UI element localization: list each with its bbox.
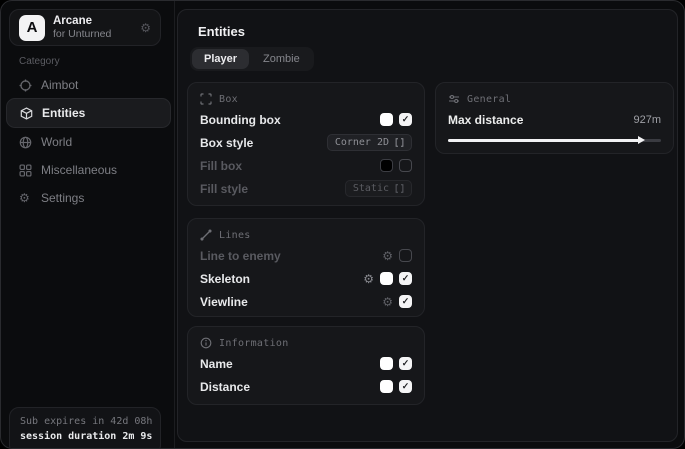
gear-icon[interactable]: ⚙: [382, 250, 393, 262]
dropdown-value: Static: [353, 183, 389, 194]
section-general-header: General: [448, 93, 661, 105]
app-logo: A: [19, 15, 45, 41]
select-brackets-icon: [395, 137, 404, 148]
sidebar-item-label: World: [41, 135, 72, 149]
color-swatch[interactable]: [380, 380, 393, 393]
sidebar-item-miscellaneous[interactable]: Miscellaneous: [6, 158, 171, 182]
checkbox-viewline[interactable]: ✓: [399, 295, 412, 308]
max-distance-slider[interactable]: [448, 136, 661, 144]
gear-icon[interactable]: ⚙: [363, 273, 374, 285]
section-information: Information Name ✓ Distance ✓: [187, 326, 425, 405]
setting-row-distance: Distance ✓: [200, 378, 412, 395]
app-subtitle: for Unturned: [53, 28, 132, 40]
setting-row-box-style: Box style Corner 2D: [200, 134, 412, 151]
section-information-header: Information: [200, 337, 412, 349]
checkbox-name[interactable]: ✓: [399, 357, 412, 370]
grid-icon: [19, 164, 32, 177]
section-title: Box: [219, 94, 238, 105]
tab-zombie[interactable]: Zombie: [251, 49, 312, 69]
check-icon: ✓: [402, 382, 410, 391]
checkbox-skeleton[interactable]: ✓: [399, 272, 412, 285]
corners-icon: [200, 93, 212, 105]
info-icon: [200, 337, 212, 349]
setting-row-name: Name ✓: [200, 355, 412, 372]
section-lines: Lines Line to enemy ⚙ Skeleton ⚙ ✓ Viewl…: [187, 218, 425, 317]
dropdown-fill-style[interactable]: Static: [345, 180, 412, 197]
sidebar-item-label: Aimbot: [41, 78, 78, 92]
app-logo-letter: A: [27, 19, 38, 36]
setting-row-max-distance: Max distance 927m: [448, 113, 661, 127]
section-box: Box Bounding box ✓ Box style Corner 2D: [187, 82, 425, 206]
diagonal-line-icon: [200, 229, 212, 241]
section-title: General: [467, 94, 511, 105]
globe-icon: [19, 136, 32, 149]
sidebar-item-settings[interactable]: ⚙ Settings: [6, 186, 171, 210]
check-icon: ✓: [402, 115, 410, 124]
color-swatch[interactable]: [380, 159, 393, 172]
sidebar-item-label: Entities: [42, 106, 85, 120]
checkbox-fill-box[interactable]: [399, 159, 412, 172]
gear-icon[interactable]: ⚙: [382, 296, 393, 308]
section-general: General Max distance 927m: [435, 82, 674, 154]
app-logo-card: A Arcane for Unturned ⚙: [9, 9, 161, 46]
sliders-icon: [448, 93, 460, 105]
session-duration: session duration 2m 9s: [20, 431, 150, 442]
check-icon: ✓: [402, 359, 410, 368]
app-title: Arcane: [53, 15, 132, 28]
slider-fill: [448, 139, 640, 142]
dropdown-value: Corner 2D: [335, 137, 389, 148]
section-title: Information: [219, 338, 289, 349]
tab-player[interactable]: Player: [192, 49, 249, 69]
slider-handle[interactable]: [638, 136, 645, 144]
section-lines-header: Lines: [200, 229, 412, 241]
checkbox-distance[interactable]: ✓: [399, 380, 412, 393]
setting-row-viewline: Viewline ⚙ ✓: [200, 293, 412, 310]
check-icon: ✓: [402, 297, 410, 306]
main-panel: Entities Player Zombie Box Bounding box …: [177, 9, 678, 442]
category-label: Category: [19, 56, 60, 67]
gear-icon: ⚙: [19, 192, 32, 205]
page-title: Entities: [198, 24, 245, 39]
color-swatch[interactable]: [380, 357, 393, 370]
sidebar-item-label: Miscellaneous: [41, 163, 117, 177]
app-window: A Arcane for Unturned ⚙ Category Aimbot: [0, 0, 685, 449]
sidebar-item-label: Settings: [41, 191, 84, 205]
color-swatch[interactable]: [380, 113, 393, 126]
check-icon: ✓: [402, 274, 410, 283]
sidebar-item-aimbot[interactable]: Aimbot: [6, 73, 171, 97]
max-distance-value: 927m: [633, 114, 661, 126]
select-brackets-icon: [395, 183, 404, 194]
setting-row-line-to-enemy: Line to enemy ⚙: [200, 247, 412, 264]
section-title: Lines: [219, 230, 251, 241]
tab-bar: Player Zombie: [190, 47, 314, 71]
color-swatch[interactable]: [380, 272, 393, 285]
setting-row-fill-style: Fill style Static: [200, 180, 412, 197]
section-box-header: Box: [200, 93, 412, 105]
app-title-block: Arcane for Unturned: [53, 15, 132, 40]
subscription-card: Sub expires in 42d 08h session duration …: [9, 407, 161, 449]
gear-icon[interactable]: ⚙: [140, 22, 151, 34]
subscription-expiry: Sub expires in 42d 08h: [20, 416, 150, 427]
setting-row-bounding-box: Bounding box ✓: [200, 111, 412, 128]
checkbox-bounding-box[interactable]: ✓: [399, 113, 412, 126]
cube-icon: [20, 107, 33, 120]
setting-row-skeleton: Skeleton ⚙ ✓: [200, 270, 412, 287]
sidebar: A Arcane for Unturned ⚙ Category Aimbot: [1, 1, 175, 448]
setting-row-fill-box: Fill box: [200, 157, 412, 174]
dropdown-box-style[interactable]: Corner 2D: [327, 134, 412, 151]
checkbox-line-to-enemy[interactable]: [399, 249, 412, 262]
crosshair-icon: [19, 79, 32, 92]
sidebar-item-world[interactable]: World: [6, 130, 171, 154]
sidebar-item-entities[interactable]: Entities: [6, 98, 171, 128]
